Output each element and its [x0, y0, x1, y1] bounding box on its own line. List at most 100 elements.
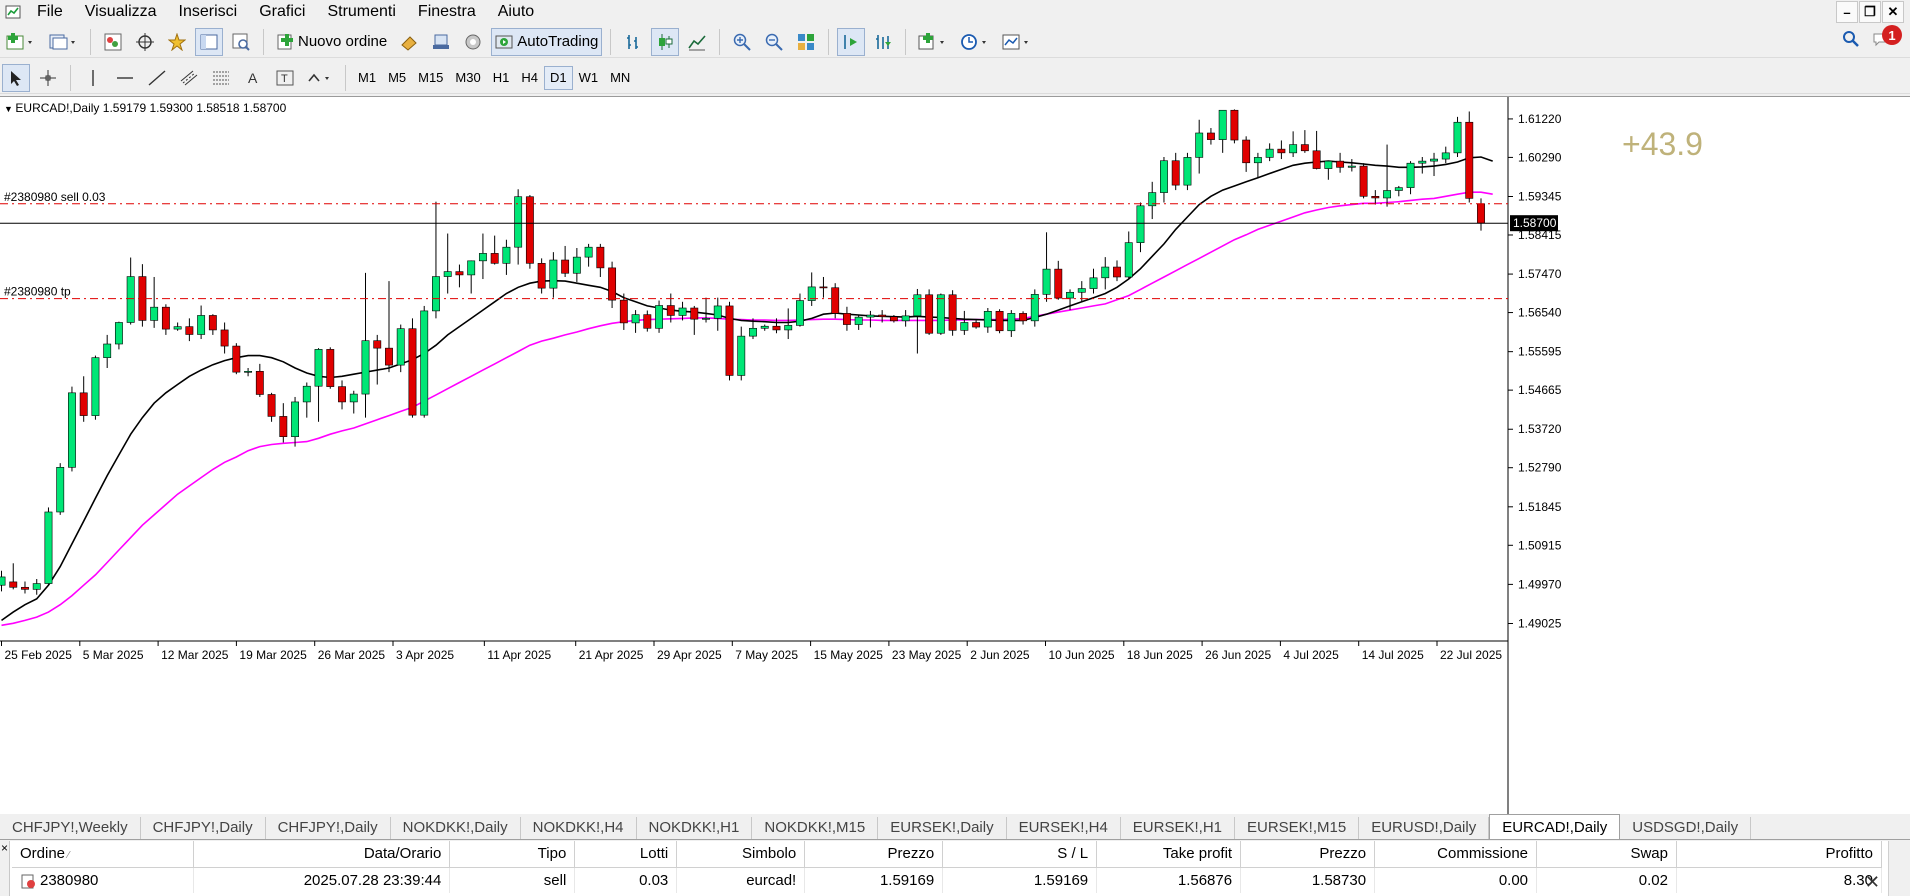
- chart-tab[interactable]: NOKDKK!,H4: [521, 817, 637, 839]
- take-profit-label: #2380980 tp: [4, 285, 71, 299]
- menu-tools[interactable]: Strumenti: [316, 0, 406, 24]
- chart-tab[interactable]: EURSEK!,Daily: [878, 817, 1007, 839]
- timeframe-mn[interactable]: MN: [604, 66, 636, 90]
- menu-charts[interactable]: Grafici: [248, 0, 316, 24]
- autotrading-button[interactable]: AutoTrading: [491, 27, 603, 56]
- column-header[interactable]: Prezzo: [1240, 841, 1376, 868]
- candle-body: [185, 326, 194, 335]
- column-header[interactable]: S / L: [942, 841, 1098, 868]
- notifications-button[interactable]: 1: [1872, 25, 1902, 47]
- chart-tab[interactable]: EURSEK!,M15: [1235, 817, 1360, 839]
- column-header[interactable]: Lotti: [574, 841, 678, 868]
- chart-window[interactable]: #2380980 sell 0.03 #2380980 tp +43.9 1.6122…: [0, 96, 1910, 816]
- candle-body: [1300, 144, 1309, 152]
- candle-body: [1289, 144, 1298, 154]
- restore-button[interactable]: ❐: [1859, 1, 1881, 23]
- candle-body: [1477, 203, 1485, 224]
- column-header[interactable]: Commissione: [1374, 841, 1538, 868]
- column-header[interactable]: Take profit: [1096, 841, 1242, 868]
- chart-tab[interactable]: NOKDKK!,Daily: [391, 817, 521, 839]
- timeframe-m15[interactable]: M15: [412, 66, 449, 90]
- timeframe-m30[interactable]: M30: [449, 66, 486, 90]
- terminal-scrollbar[interactable]: [1888, 841, 1910, 896]
- candle-body: [936, 294, 945, 334]
- navigator-button[interactable]: [163, 28, 191, 56]
- chart-tab[interactable]: NOKDKK!,M15: [752, 817, 879, 839]
- chart-tab[interactable]: EURCAD!,Daily: [1489, 814, 1621, 839]
- periods-button[interactable]: [956, 28, 994, 56]
- candle-body: [326, 349, 335, 387]
- bar-chart-button[interactable]: [619, 28, 647, 56]
- column-header[interactable]: Profitto: [1676, 841, 1883, 868]
- tile-windows-button[interactable]: [792, 28, 820, 56]
- cursor-button[interactable]: [2, 63, 30, 92]
- metaeditor-button[interactable]: [395, 28, 423, 56]
- menu-insert[interactable]: Inserisci: [168, 0, 249, 24]
- horizontal-line-button[interactable]: [111, 64, 139, 92]
- new-order-button[interactable]: Nuovo ordine: [272, 28, 391, 56]
- chart-tab[interactable]: CHFJPY!,Weekly: [0, 817, 141, 839]
- text-label-button[interactable]: T: [271, 64, 299, 92]
- price-chart[interactable]: #2380980 sell 0.03 #2380980 tp +43.9 1.6122…: [0, 97, 1910, 815]
- trendline-button[interactable]: [143, 64, 171, 92]
- column-header[interactable]: Ordine ⁄: [12, 841, 195, 868]
- menu-window[interactable]: Finestra: [407, 0, 487, 24]
- price-tick-label: 1.60290: [1518, 150, 1562, 164]
- zoom-in-button[interactable]: [728, 28, 756, 56]
- timeframe-d1[interactable]: D1: [543, 65, 573, 90]
- market-watch-button[interactable]: [99, 28, 127, 56]
- column-header[interactable]: Prezzo: [804, 841, 944, 868]
- minimize-button[interactable]: –: [1836, 1, 1858, 23]
- column-header[interactable]: Tipo: [449, 841, 576, 868]
- chart-tab[interactable]: CHFJPY!,Daily: [266, 817, 391, 839]
- column-header[interactable]: Simbolo: [676, 841, 806, 868]
- timeframe-m5[interactable]: M5: [382, 66, 412, 90]
- close-button[interactable]: ✕: [1882, 1, 1904, 23]
- search-icon[interactable]: [1842, 30, 1860, 48]
- candle-body: [420, 310, 429, 416]
- timeframe-w1[interactable]: W1: [573, 66, 605, 90]
- indicators-button[interactable]: [914, 28, 952, 56]
- fibonacci-button[interactable]: [207, 64, 235, 92]
- text-button[interactable]: A: [239, 64, 267, 92]
- timeframe-m1[interactable]: M1: [352, 66, 382, 90]
- signals-button[interactable]: [427, 28, 455, 56]
- chart-tab[interactable]: EURUSD!,Daily: [1359, 817, 1490, 839]
- data-window-button[interactable]: [131, 28, 159, 56]
- column-header[interactable]: Swap: [1536, 841, 1677, 868]
- timeframe-h1[interactable]: H1: [487, 66, 516, 90]
- candlestick-button[interactable]: [651, 27, 680, 56]
- chart-tab[interactable]: EURSEK!,H4: [1007, 817, 1121, 839]
- menu-help[interactable]: Aiuto: [487, 0, 545, 24]
- autoscroll-button[interactable]: [869, 28, 897, 56]
- table-row[interactable]: 2380980 2025.07.28 23:39:44 sell 0.03 eurcad…: [12, 867, 1883, 893]
- close-order-icon[interactable]: ✕: [1865, 872, 1880, 893]
- market-button[interactable]: [459, 28, 487, 56]
- chart-tab[interactable]: CHFJPY!,Daily: [141, 817, 266, 839]
- column-header[interactable]: Data/Orario: [193, 841, 451, 868]
- equidistant-channel-button[interactable]: [175, 64, 203, 92]
- chart-tab[interactable]: USDSGD!,Daily: [1620, 817, 1752, 839]
- terminal-grip[interactable]: ×: [0, 841, 10, 896]
- new-chart-button[interactable]: [2, 28, 40, 56]
- line-chart-button[interactable]: [683, 28, 711, 56]
- profiles-button[interactable]: [44, 28, 82, 56]
- candle-body: [1430, 158, 1438, 162]
- strategy-tester-button[interactable]: [227, 28, 255, 56]
- terminal-button[interactable]: [195, 27, 223, 56]
- timeframe-h4[interactable]: H4: [515, 66, 544, 90]
- chart-collapse-icon[interactable]: ▼: [4, 104, 15, 114]
- chart-tab[interactable]: EURSEK!,H1: [1121, 817, 1235, 839]
- arrows-button[interactable]: [303, 64, 337, 92]
- menu-view[interactable]: Visualizza: [74, 0, 168, 24]
- crosshair-button[interactable]: [34, 64, 62, 92]
- candle-body: [866, 314, 875, 318]
- chart-tab[interactable]: NOKDKK!,H1: [637, 817, 753, 839]
- zoom-out-button[interactable]: [760, 28, 788, 56]
- templates-button[interactable]: [998, 28, 1036, 56]
- app-icon[interactable]: [0, 0, 26, 24]
- menu-file[interactable]: File: [26, 0, 74, 24]
- vertical-line-button[interactable]: [79, 64, 107, 92]
- chart-shift-button[interactable]: [837, 27, 866, 56]
- candle-body: [608, 267, 617, 301]
